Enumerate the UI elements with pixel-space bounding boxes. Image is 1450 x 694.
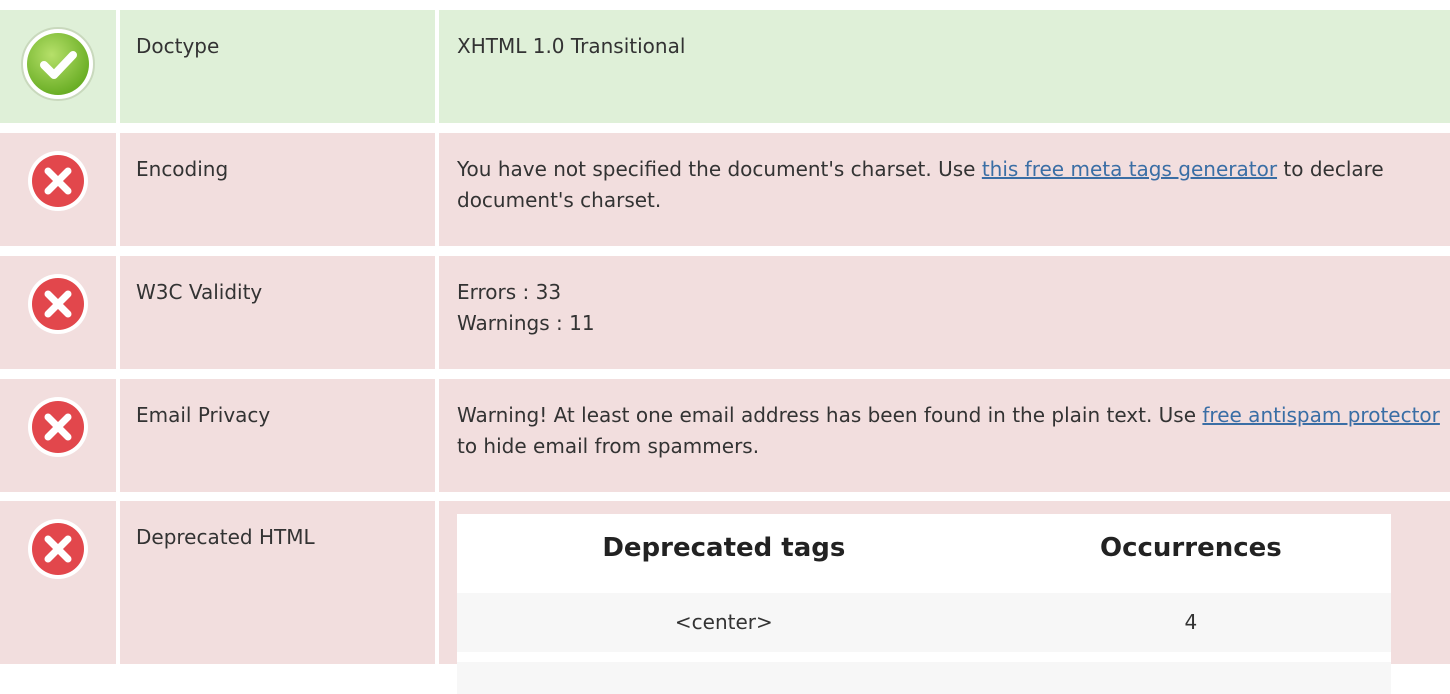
error-icon: [28, 397, 88, 457]
row-value: XHTML 1.0 Transitional: [439, 10, 1450, 123]
row-deprecated-html: Deprecated HTML Deprecated tags Occurren…: [0, 501, 1450, 694]
status-cell: [0, 379, 116, 492]
row-label: Encoding: [120, 133, 435, 246]
column-header-tags: Deprecated tags: [602, 533, 846, 563]
value-text: You have not specified the document's ch…: [457, 157, 982, 181]
row-value: Errors : 33 Warnings : 11: [439, 256, 1450, 369]
value-text: Warning! At least one email address has …: [457, 403, 1203, 427]
tag-cell: <center>: [457, 583, 991, 657]
column-header-occurrences: Occurrences: [1099, 533, 1282, 563]
warnings-count: Warnings : 11: [457, 311, 595, 335]
table-row: [457, 652, 1391, 694]
error-icon: [28, 151, 88, 211]
occurrence-cell: [990, 652, 1391, 694]
error-icon: [28, 274, 88, 334]
row-encoding: Encoding You have not specified the docu…: [0, 133, 1450, 246]
occurrence-cell: 4: [990, 583, 1391, 657]
status-cell: [0, 501, 116, 664]
tag-cell: [457, 652, 991, 694]
row-w3c-validity: W3C Validity Errors : 33 Warnings : 11: [0, 256, 1450, 369]
row-label: Deprecated HTML: [120, 501, 435, 664]
analysis-results: Doctype XHTML 1.0 Transitional Encoding …: [0, 0, 1450, 694]
row-value: You have not specified the document's ch…: [439, 133, 1450, 246]
status-cell: [0, 133, 116, 246]
value-text: to hide email from spammers.: [457, 434, 760, 458]
row-doctype: Doctype XHTML 1.0 Transitional: [0, 10, 1450, 123]
row-label: Doctype: [120, 10, 435, 123]
meta-tags-generator-link[interactable]: this free meta tags generator: [982, 157, 1277, 181]
table-header-row: Deprecated tags Occurrences: [457, 514, 1391, 588]
row-value: Deprecated tags Occurrences <center> 4: [439, 501, 1450, 694]
check-icon: [21, 27, 95, 101]
deprecated-tags-table: Deprecated tags Occurrences <center> 4: [457, 514, 1391, 694]
status-cell: [0, 10, 116, 123]
errors-count: Errors : 33: [457, 280, 562, 304]
row-email-privacy: Email Privacy Warning! At least one emai…: [0, 379, 1450, 492]
status-cell: [0, 256, 116, 369]
antispam-protector-link[interactable]: free antispam protector: [1202, 403, 1440, 427]
error-icon: [28, 519, 88, 579]
row-label: W3C Validity: [120, 256, 435, 369]
row-label: Email Privacy: [120, 379, 435, 492]
table-row: <center> 4: [457, 583, 1391, 657]
row-value: Warning! At least one email address has …: [439, 379, 1450, 492]
